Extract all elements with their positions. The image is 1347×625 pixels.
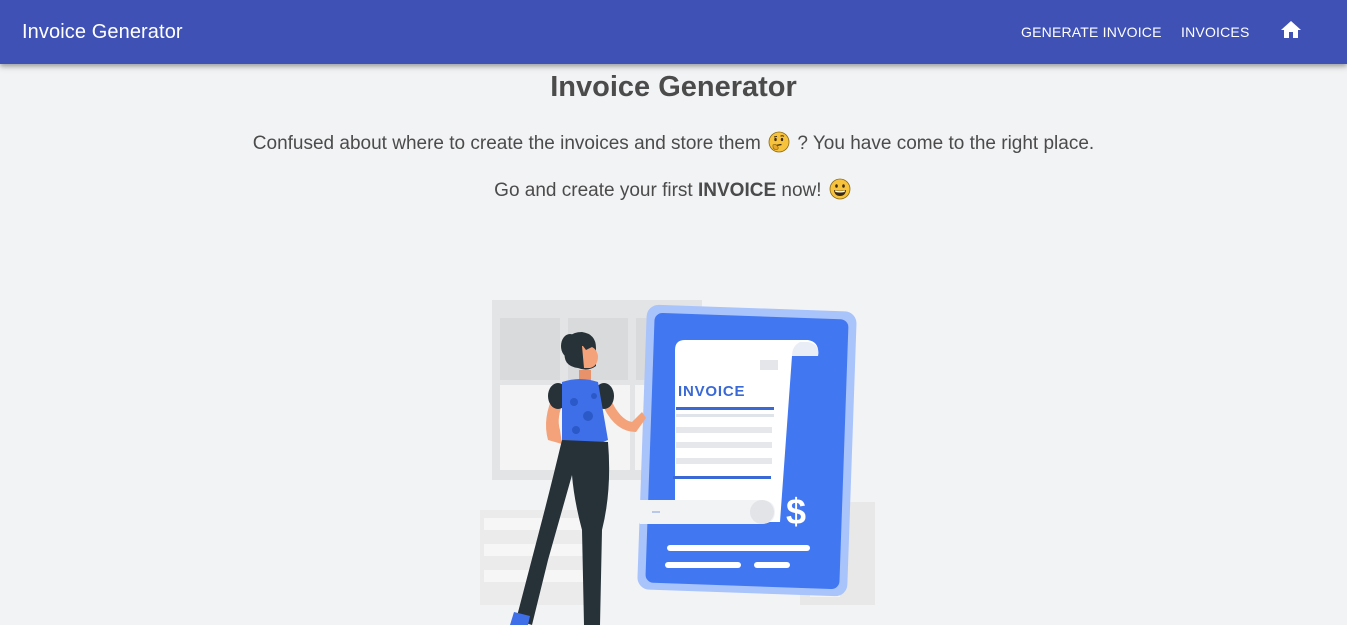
invoice-illustration: INVOICE $	[470, 290, 890, 625]
nav-generate-invoice-button[interactable]: GENERATE INVOICE	[1021, 22, 1162, 42]
cta-text-after: now!	[781, 180, 822, 201]
intro-text: Confused about where to create the invoi…	[0, 131, 1347, 157]
app-bar: Invoice Generator GENERATE INVOICE INVOI…	[0, 0, 1347, 64]
home-icon[interactable]	[1279, 18, 1303, 42]
cta-text-bold: INVOICE	[698, 180, 777, 201]
app-title[interactable]: Invoice Generator	[22, 19, 183, 45]
cta-text-before: Go and create your first	[494, 180, 693, 201]
thinking-face-icon	[768, 131, 790, 153]
intro-text-after: ? You have come to the right place.	[797, 133, 1095, 154]
invoice-heading: INVOICE	[678, 383, 745, 400]
page-title: Invoice Generator	[550, 71, 797, 103]
intro-text-before: Confused about where to create the invoi…	[252, 133, 761, 154]
cta-text: Go and create your first INVOICE now!	[0, 178, 1347, 204]
grinning-face-icon	[829, 178, 851, 200]
nav-invoices-button[interactable]: INVOICES	[1181, 22, 1250, 42]
dollar-icon: $	[786, 491, 806, 532]
